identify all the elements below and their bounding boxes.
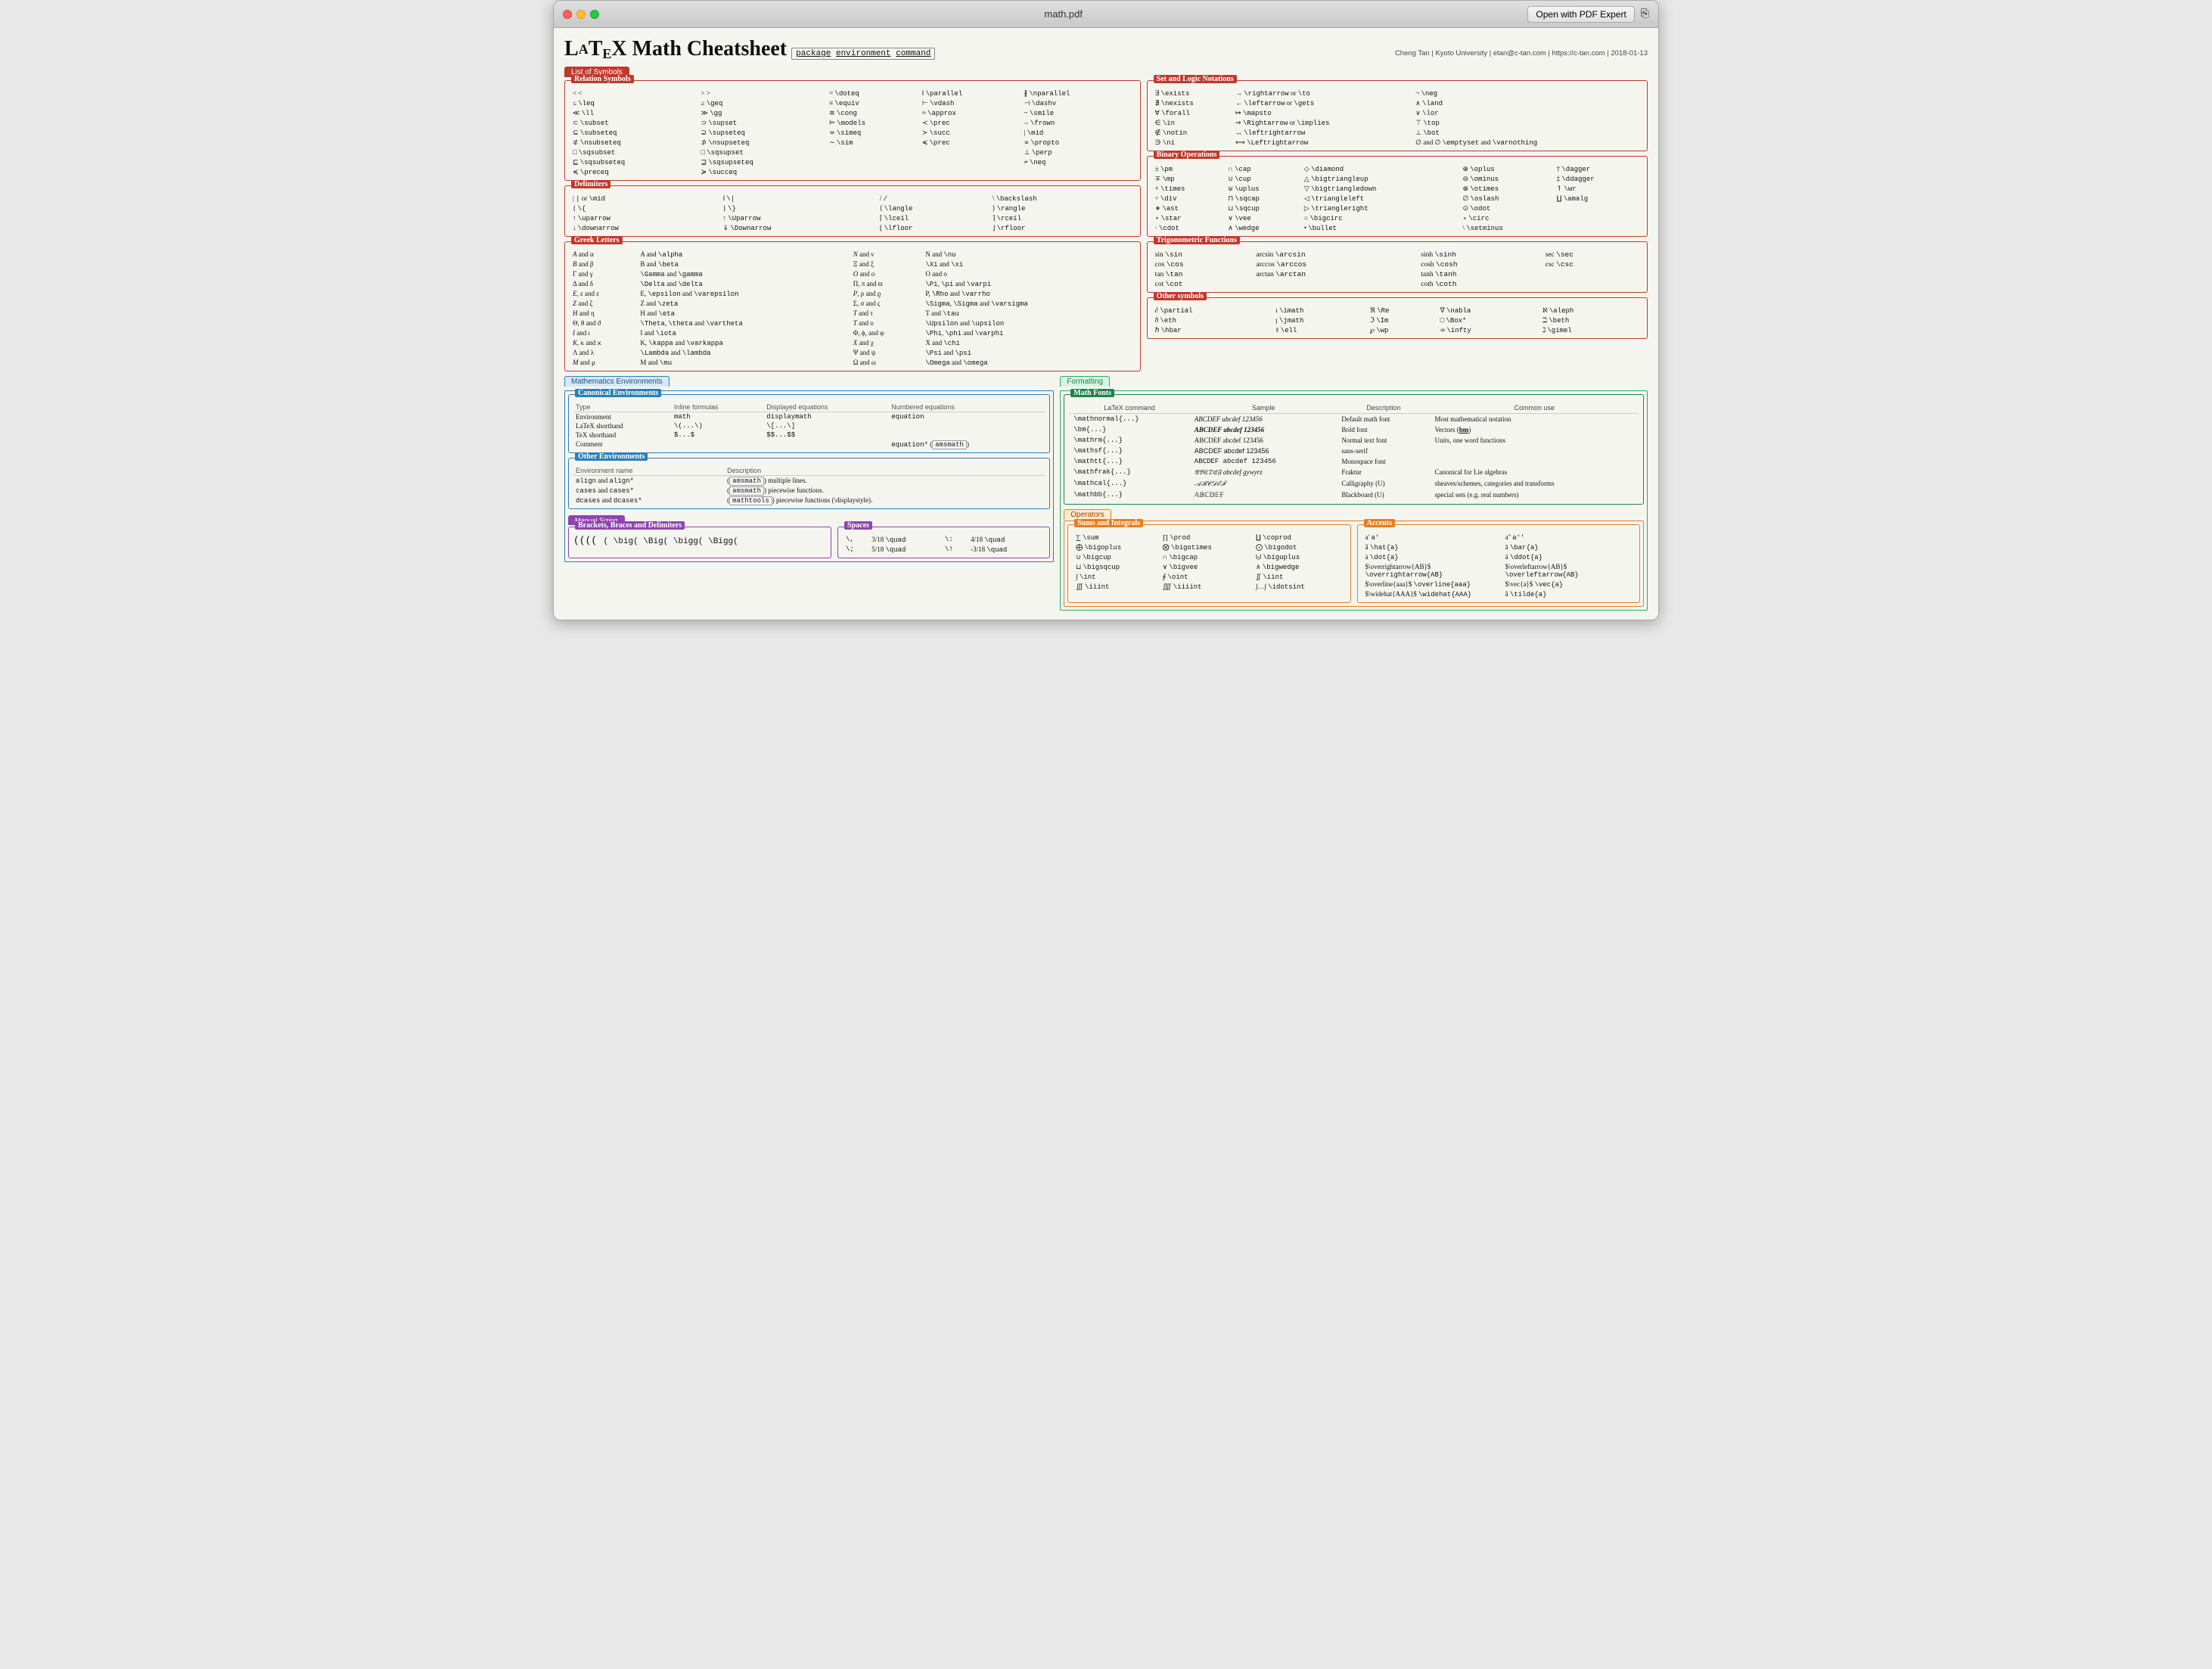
other-env-title: Other Environments xyxy=(575,452,648,461)
relation-symbols-title: Relation Symbols xyxy=(571,75,634,83)
brackets-section: Brackets, Braces and Delimiters (((( ( \… xyxy=(568,527,831,558)
traffic-lights xyxy=(563,10,599,19)
other-symbols-content: ∂ \partial ı \imath ℜ \Re ∇ \nabla ℵ \al… xyxy=(1152,306,1642,335)
sums-integrals-section: Sums and Integrals ∑ \sum ∏ \prod ∐ \cop… xyxy=(1067,524,1350,603)
page-header: LATEX Math Cheatsheet package environmen… xyxy=(564,37,1648,62)
left-column: Relation Symbols < <> > = \doteq ‖ \para… xyxy=(564,80,1141,371)
formatting-tab[interactable]: Formatting xyxy=(1060,376,1110,387)
binary-ops-content: ± \pm ∩ \cap ◇ \diamond ⊕ \oplus † \dagg… xyxy=(1152,164,1642,233)
accents-content: a' a' a'' a'' â \hat{a} ā \bar{a} xyxy=(1362,533,1635,599)
spaces-content: \,3/18 \quad\:4/18 \quad \;5/18 \quad\!-… xyxy=(843,535,1045,555)
relation-symbols-content: < <> > = \doteq ‖ \parallel ∦ \nparallel… xyxy=(570,89,1136,177)
page-title: LATEX Math Cheatsheet xyxy=(564,37,787,62)
toolbar-right: Open with PDF Expert ⎘ xyxy=(1527,6,1649,23)
maximize-button[interactable] xyxy=(590,10,599,19)
brackets-content: (((( ( \big( \Big( \bigg( \Bigg( xyxy=(573,535,826,546)
math-env-box: Canonical Environments Type Inline formu… xyxy=(564,390,1054,562)
other-symbols-section: Other symbols ∂ \partial ı \imath ℜ \Re … xyxy=(1147,297,1648,339)
math-environments-column: Mathematics Environments Canonical Envir… xyxy=(564,376,1054,611)
operators-box: Sums and Integrals ∑ \sum ∏ \prod ∐ \cop… xyxy=(1064,521,1644,607)
spaces-title: Spaces xyxy=(844,521,872,530)
delimiters-title: Delimiters xyxy=(571,180,610,188)
sizing-content: Brackets, Braces and Delimiters (((( ( \… xyxy=(568,527,1050,558)
spaces-section: Spaces \,3/18 \quad\:4/18 \quad \;5/18 \… xyxy=(837,527,1050,558)
minimize-button[interactable] xyxy=(576,10,586,19)
operators-content: Sums and Integrals ∑ \sum ∏ \prod ∐ \cop… xyxy=(1067,524,1640,603)
close-button[interactable] xyxy=(563,10,572,19)
main-content: LATEX Math Cheatsheet package environmen… xyxy=(554,28,1658,620)
canonical-env-title: Canonical Environments xyxy=(575,389,661,397)
window-title: math.pdf xyxy=(599,8,1527,20)
relation-symbols-section: Relation Symbols < <> > = \doteq ‖ \para… xyxy=(564,80,1141,181)
math-fonts-section: Math Fonts LaTeX command Sample Descript… xyxy=(1064,394,1644,505)
sums-integrals-title: Sums and Integrals xyxy=(1074,519,1143,527)
math-env-tab[interactable]: Mathematics Environments xyxy=(564,376,670,387)
binary-ops-title: Binary Operations xyxy=(1154,151,1220,159)
trig-title: Trigonometric Functions xyxy=(1154,236,1240,244)
window: math.pdf Open with PDF Expert ⎘ LATEX Ma… xyxy=(553,0,1659,620)
brackets-title: Brackets, Braces and Delimiters xyxy=(575,521,685,530)
manual-sizing-area: Manual Sizing Brackets, Braces and Delim… xyxy=(568,515,1050,558)
set-logic-section: Set and Logic Notations ∃ \exists → \rig… xyxy=(1147,80,1648,151)
formatting-box: Math Fonts LaTeX command Sample Descript… xyxy=(1060,390,1648,611)
other-env-content: Environment name Description align and a… xyxy=(573,466,1045,505)
formatting-column: Formatting Math Fonts LaTeX command Samp… xyxy=(1060,376,1648,611)
canonical-env-section: Canonical Environments Type Inline formu… xyxy=(568,394,1050,453)
author-info: Cheng Tan | Kyoto University | etan@c-ta… xyxy=(1395,49,1648,57)
other-env-section: Other Environments Environment name Desc… xyxy=(568,458,1050,509)
math-fonts-title: Math Fonts xyxy=(1070,389,1114,397)
canonical-env-content: Type Inline formulas Displayed equations… xyxy=(573,402,1045,449)
accents-section: Accents a' a' a'' a'' â \hat{a} xyxy=(1357,524,1640,603)
binary-ops-section: Binary Operations ± \pm ∩ \cap ◇ \diamon… xyxy=(1147,156,1648,237)
share-icon[interactable]: ⎘ xyxy=(1641,8,1649,20)
math-fonts-content: LaTeX command Sample Description Common … xyxy=(1069,402,1639,501)
delimiters-content: | | or \mid ‖ \| / / \ \backslash { \{ }… xyxy=(570,194,1136,233)
titlebar: math.pdf Open with PDF Expert ⎘ xyxy=(554,1,1658,28)
trig-section: Trigonometric Functions sin \sin arcsin … xyxy=(1147,241,1648,293)
trig-content: sin \sin arcsin \arcsin sinh \sinh sec \… xyxy=(1152,250,1642,289)
set-logic-content: ∃ \exists → \rightarrow or \to ¬ \neg ∄ … xyxy=(1152,89,1642,148)
header-commands: package environment command xyxy=(791,48,935,60)
operators-tab[interactable]: Operators xyxy=(1064,509,1111,520)
bottom-section: Mathematics Environments Canonical Envir… xyxy=(564,376,1648,611)
sums-integrals-content: ∑ \sum ∏ \prod ∐ \coprod ⨁ \bigoplus ⨂ \… xyxy=(1073,533,1345,592)
open-pdf-button[interactable]: Open with PDF Expert xyxy=(1527,6,1634,23)
delimiters-section: Delimiters | | or \mid ‖ \| / / \ \backs… xyxy=(564,185,1141,237)
greek-letters-content: A and αA and \alpha N and νN and \nu B a… xyxy=(570,250,1136,368)
other-symbols-title: Other symbols xyxy=(1154,292,1207,300)
top-section: Relation Symbols < <> > = \doteq ‖ \para… xyxy=(564,80,1648,371)
set-logic-title: Set and Logic Notations xyxy=(1154,75,1237,83)
symbols-tab: List of Symbols xyxy=(564,67,1648,77)
accents-title: Accents xyxy=(1364,519,1395,527)
greek-letters-section: Greek Letters A and αA and \alpha N and … xyxy=(564,241,1141,371)
right-column: Set and Logic Notations ∃ \exists → \rig… xyxy=(1147,80,1648,371)
greek-letters-title: Greek Letters xyxy=(571,236,623,244)
